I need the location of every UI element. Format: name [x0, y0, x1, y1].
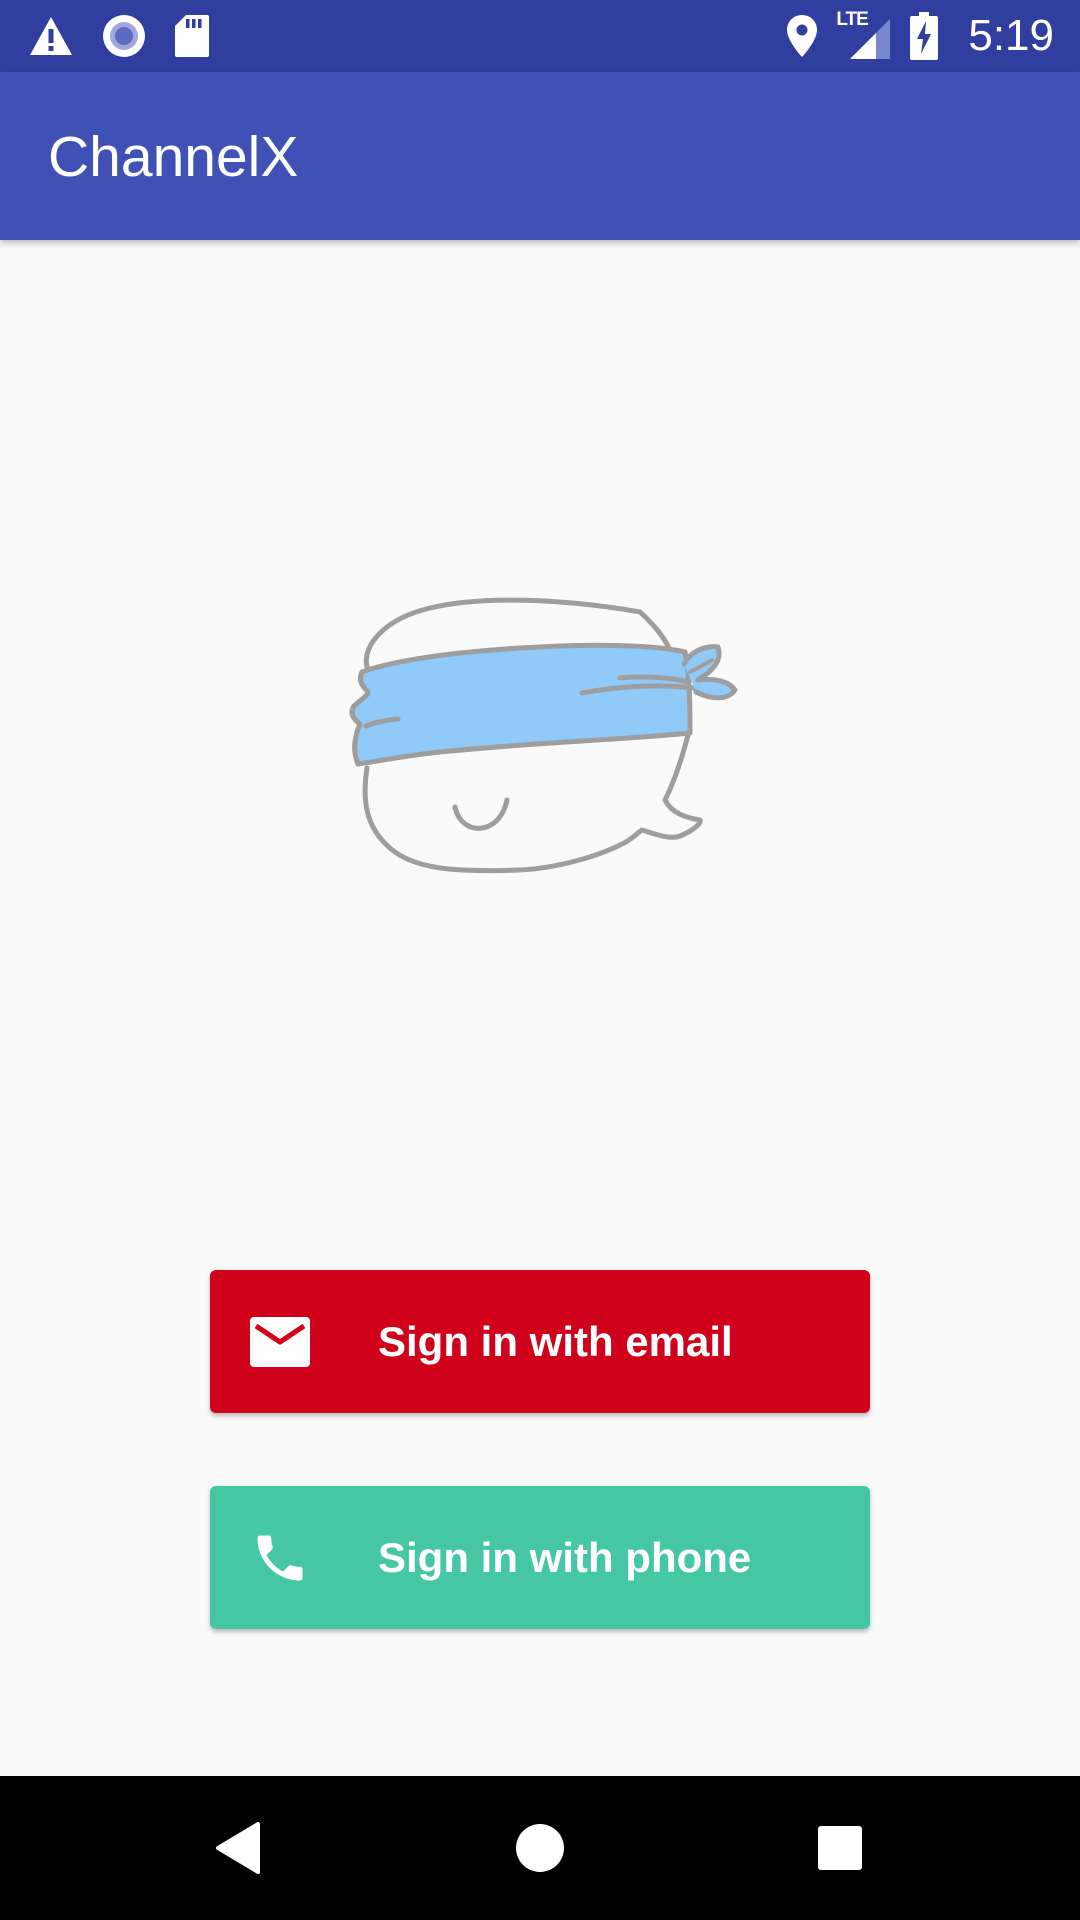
back-icon[interactable] — [210, 1818, 270, 1878]
navigation-bar — [0, 1776, 1080, 1920]
sync-circle-icon — [102, 14, 146, 58]
app-title: ChannelX — [48, 125, 299, 189]
mail-icon — [250, 1312, 310, 1372]
app-bar: ChannelX — [0, 72, 1080, 240]
status-bar-left — [28, 0, 210, 72]
recents-icon[interactable] — [810, 1818, 870, 1878]
sign-in-phone-label: Sign in with phone — [378, 1534, 752, 1581]
sign-in-email-button[interactable]: Sign in with email — [210, 1270, 870, 1413]
warning-icon — [28, 15, 74, 57]
sign-in-email-label: Sign in with email — [378, 1318, 733, 1365]
status-bar: LTE 5:19 — [0, 0, 1080, 72]
battery-charging-icon — [910, 12, 939, 60]
sd-card-icon — [174, 14, 210, 58]
status-time: 5:19 — [968, 11, 1054, 60]
home-icon[interactable] — [510, 1818, 570, 1878]
location-icon — [786, 14, 818, 58]
status-bar-right: LTE 5:19 — [786, 0, 1054, 72]
phone-icon — [250, 1528, 310, 1588]
signal-icon: LTE — [836, 9, 892, 61]
blindfolded-face-illustration — [340, 590, 740, 880]
screen: LTE 5:19 ChannelX Sign in with email Sig… — [0, 0, 1080, 1920]
sign-in-phone-button[interactable]: Sign in with phone — [210, 1486, 870, 1629]
